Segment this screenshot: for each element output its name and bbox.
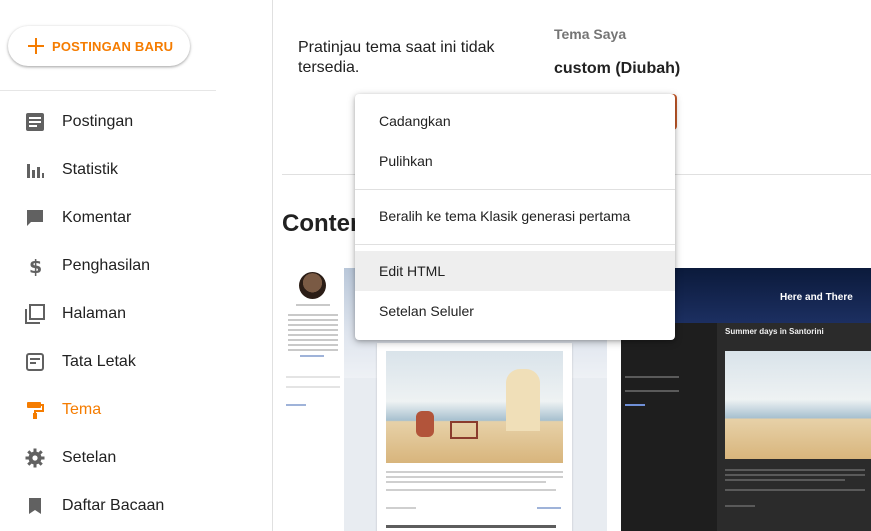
sidebar-divider (0, 90, 216, 91)
preview-line (386, 507, 416, 509)
menu-item-edit-html[interactable]: Edit HTML (355, 251, 675, 291)
preview-line (288, 344, 338, 346)
sidebar-item-label: Komentar (62, 209, 132, 226)
svg-text:$: $ (29, 256, 42, 276)
preview-line (386, 525, 556, 528)
dark-theme-header-title: Here and There (780, 292, 853, 303)
sidebar-item-reading-list[interactable]: Daftar Bacaan (0, 482, 272, 530)
menu-item-switch-classic[interactable]: Beralih ke tema Klasik generasi pertama (355, 196, 675, 236)
preview-line (725, 505, 755, 507)
preview-line (625, 404, 645, 406)
sidebar-item-comments[interactable]: Komentar (0, 194, 272, 242)
menu-item-backup[interactable]: Cadangkan (355, 101, 675, 141)
menu-divider (355, 189, 675, 190)
sidebar-nav: Postingan Statistik Komentar $ Penghasil… (0, 98, 272, 530)
preview-line (725, 474, 865, 476)
sidebar: POSTINGAN BARU Postingan Statistik Komen… (0, 0, 273, 531)
preview-line (288, 334, 338, 336)
sidebar-item-posts[interactable]: Postingan (0, 98, 272, 146)
sidebar-item-earnings[interactable]: $ Penghasilan (0, 242, 272, 290)
dark-preview-post: Summer days in Santorini (717, 323, 871, 531)
sidebar-item-stats[interactable]: Statistik (0, 146, 272, 194)
rail-shape (450, 421, 478, 439)
preview-line (288, 314, 338, 316)
theme-options-menu: Cadangkan Pulihkan Beralih ke tema Klasi… (355, 94, 675, 340)
preview-line (625, 390, 679, 392)
dark-post-title: Summer days in Santorini (725, 327, 824, 336)
preview-unavailable-message: Pratinjau tema saat ini tidak tersedia. (298, 39, 495, 76)
preview-line (725, 489, 865, 491)
sidebar-item-label: Tata Letak (62, 353, 136, 370)
sidebar-item-label: Postingan (62, 113, 134, 130)
new-post-button[interactable]: POSTINGAN BARU (8, 26, 190, 66)
preview-post-card (377, 343, 572, 531)
preview-line (296, 304, 330, 306)
preview-line (288, 324, 338, 326)
preview-line (288, 339, 338, 341)
sidebar-item-label: Tema (62, 401, 102, 418)
comment-icon (24, 207, 46, 229)
menu-divider (355, 244, 675, 245)
preview-line (288, 349, 338, 351)
sidebar-item-settings[interactable]: Setelan (0, 434, 272, 482)
posts-icon (24, 111, 46, 133)
sidebar-item-label: Penghasilan (62, 257, 151, 274)
preview-line (286, 404, 306, 406)
sidebar-item-layout[interactable]: Tata Letak (0, 338, 272, 386)
preview-line (725, 479, 845, 481)
post-photo (386, 351, 563, 463)
menu-item-restore[interactable]: Pulihkan (355, 141, 675, 181)
sidebar-item-label: Daftar Bacaan (62, 497, 165, 514)
sidebar-item-label: Statistik (62, 161, 119, 178)
pages-icon (24, 303, 46, 325)
plus-icon (28, 38, 44, 54)
preview-line (288, 319, 338, 321)
sidebar-item-pages[interactable]: Halaman (0, 290, 272, 338)
menu-item-mobile-settings[interactable]: Setelan Seluler (355, 291, 675, 331)
preview-line (288, 329, 338, 331)
preview-line (300, 355, 324, 357)
paint-roller-icon (24, 399, 46, 421)
avatar (299, 272, 326, 299)
sidebar-item-label: Setelan (62, 449, 117, 466)
preview-line (725, 469, 865, 471)
gear-icon (24, 447, 46, 469)
sidebar-item-label: Halaman (62, 305, 127, 322)
post-photo (725, 351, 871, 459)
sidebar-item-theme[interactable]: Tema (0, 386, 272, 434)
stats-icon (24, 159, 46, 181)
tower-shape (506, 369, 540, 431)
preview-line (537, 507, 561, 509)
my-theme-name: custom (Diubah) (554, 60, 681, 77)
preview-line (625, 376, 679, 378)
preview-line (386, 471, 563, 473)
preview-line (386, 476, 563, 478)
preview-line (286, 376, 340, 378)
layout-icon (24, 351, 46, 373)
preview-line (386, 489, 556, 491)
section-title: Conten (282, 210, 365, 237)
preview-line (286, 386, 340, 388)
pot-shape (416, 411, 434, 437)
bookmark-icon (24, 495, 46, 517)
theme-preview-sidebar (282, 268, 344, 531)
new-post-label: POSTINGAN BARU (52, 38, 174, 54)
dollar-icon: $ (24, 255, 46, 277)
preview-line (386, 481, 546, 483)
my-theme-label: Tema Saya (554, 26, 627, 42)
